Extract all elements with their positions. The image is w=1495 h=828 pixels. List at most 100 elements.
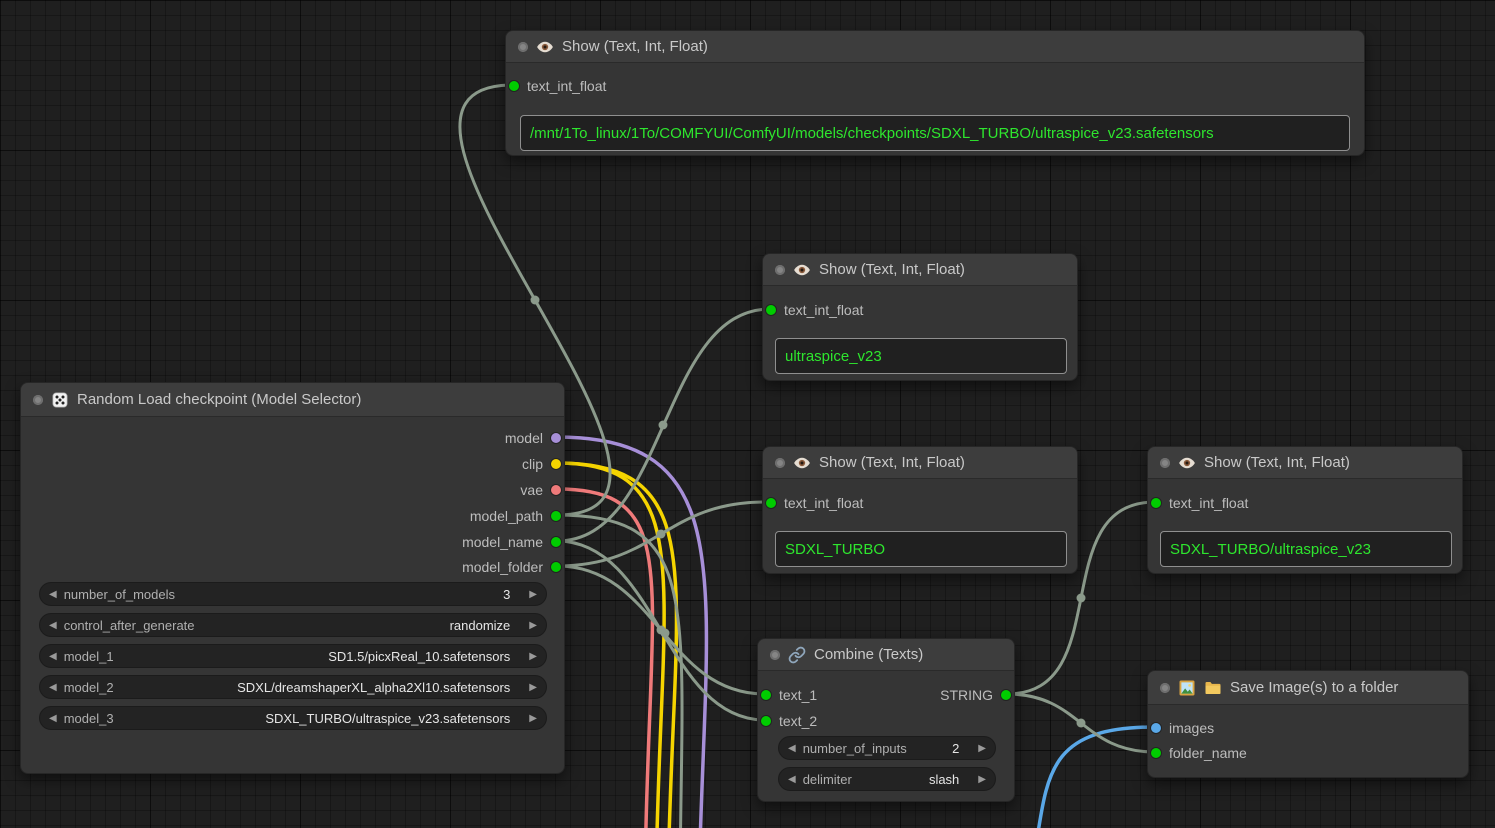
node-header[interactable]: Show (Text, Int, Float) — [1148, 447, 1462, 479]
node-header[interactable]: Random Load checkpoint (Model Selector) — [21, 383, 564, 417]
increment-arrow-icon[interactable]: ▶ — [978, 774, 986, 785]
output-port-clip[interactable]: clip — [522, 454, 561, 474]
input-port-text-2[interactable]: text_2 — [761, 711, 817, 731]
increment-arrow-icon[interactable]: ▶ — [529, 713, 537, 724]
port-label: STRING — [940, 687, 993, 703]
decrement-arrow-icon[interactable]: ◀ — [49, 713, 57, 724]
picture-icon — [1178, 679, 1196, 697]
decrement-arrow-icon[interactable]: ◀ — [49, 589, 57, 600]
link-midpoint-dot — [531, 296, 540, 305]
node-header[interactable]: Show (Text, Int, Float) — [763, 447, 1077, 479]
port-dot[interactable] — [1001, 690, 1011, 700]
increment-arrow-icon[interactable]: ▶ — [529, 682, 537, 693]
widget-number-of-inputs[interactable]: ◀ number_of_inputs 2 ▶ — [778, 736, 996, 760]
node-title: Show (Text, Int, Float) — [819, 454, 965, 471]
port-label: text_int_float — [527, 78, 606, 94]
text-display[interactable]: SDXL_TURBO/ultraspice_v23 — [1160, 531, 1452, 567]
port-dot[interactable] — [509, 81, 519, 91]
port-dot[interactable] — [551, 459, 561, 469]
output-port-model-name[interactable]: model_name — [462, 532, 561, 552]
port-dot[interactable] — [1151, 498, 1161, 508]
node-show-name[interactable]: Show (Text, Int, Float) text_int_float u… — [762, 253, 1078, 381]
port-label: text_int_float — [1169, 495, 1248, 511]
widget-value: SDXL_TURBO/ultraspice_v23.safetensors — [265, 711, 510, 726]
wire-images[interactable] — [1032, 727, 1155, 828]
decrement-arrow-icon[interactable]: ◀ — [49, 651, 57, 662]
output-port-model[interactable]: model — [505, 428, 561, 448]
text-display-value: SDXL_TURBO/ultraspice_v23 — [1170, 541, 1371, 558]
wire-model[interactable] — [557, 437, 706, 828]
node-show-folder[interactable]: Show (Text, Int, Float) text_int_float S… — [762, 446, 1078, 574]
node-title: Combine (Texts) — [814, 646, 923, 663]
text-display[interactable]: /mnt/1To_linux/1To/COMFYUI/ComfyUI/model… — [520, 115, 1350, 151]
increment-arrow-icon[interactable]: ▶ — [529, 620, 537, 631]
node-random-load-checkpoint[interactable]: Random Load checkpoint (Model Selector) … — [20, 382, 565, 774]
port-label: text_2 — [779, 713, 817, 729]
link-midpoint-dot — [661, 629, 670, 638]
port-dot[interactable] — [551, 485, 561, 495]
node-combine-texts[interactable]: Combine (Texts) text_1 STRING text_2 ◀ n… — [757, 638, 1015, 802]
node-show-combined[interactable]: Show (Text, Int, Float) text_int_float S… — [1147, 446, 1463, 574]
port-dot[interactable] — [551, 562, 561, 572]
input-port-text-int-float[interactable]: text_int_float — [766, 493, 863, 513]
output-port-model-path[interactable]: model_path — [470, 506, 561, 526]
port-dot[interactable] — [766, 305, 776, 315]
port-dot[interactable] — [761, 690, 771, 700]
node-show-path[interactable]: Show (Text, Int, Float) text_int_float /… — [505, 30, 1365, 156]
decrement-arrow-icon[interactable]: ◀ — [788, 743, 796, 754]
port-dot[interactable] — [551, 433, 561, 443]
collapse-dot[interactable] — [33, 395, 43, 405]
decrement-arrow-icon[interactable]: ◀ — [788, 774, 796, 785]
input-port-folder-name[interactable]: folder_name — [1151, 743, 1247, 763]
widget-number-of-models[interactable]: ◀ number_of_models 3 ▶ — [39, 582, 547, 606]
input-port-text-1[interactable]: text_1 — [761, 685, 817, 705]
port-dot[interactable] — [761, 716, 771, 726]
node-header[interactable]: Show (Text, Int, Float) — [763, 254, 1077, 286]
collapse-dot[interactable] — [775, 265, 785, 275]
increment-arrow-icon[interactable]: ▶ — [529, 651, 537, 662]
node-header[interactable]: Combine (Texts) — [758, 639, 1014, 671]
collapse-dot[interactable] — [1160, 458, 1170, 468]
widget-label: number_of_models — [64, 587, 175, 602]
widget-model-1[interactable]: ◀ model_1 SD1.5/picxReal_10.safetensors … — [39, 644, 547, 668]
port-dot[interactable] — [1151, 748, 1161, 758]
widget-model-2[interactable]: ◀ model_2 SDXL/dreamshaperXL_alpha2Xl10.… — [39, 675, 547, 699]
collapse-dot[interactable] — [1160, 683, 1170, 693]
widget-model-3[interactable]: ◀ model_3 SDXL_TURBO/ultraspice_v23.safe… — [39, 706, 547, 730]
collapse-dot[interactable] — [518, 42, 528, 52]
node-title: Show (Text, Int, Float) — [1204, 454, 1350, 471]
link-midpoint-dot — [1077, 594, 1086, 603]
node-header[interactable]: Save Image(s) to a folder — [1148, 671, 1468, 705]
decrement-arrow-icon[interactable]: ◀ — [49, 620, 57, 631]
node-graph-canvas[interactable]: Show (Text, Int, Float) text_int_float /… — [0, 0, 1495, 828]
text-display[interactable]: SDXL_TURBO — [775, 531, 1067, 567]
collapse-dot[interactable] — [770, 650, 780, 660]
input-port-text-int-float[interactable]: text_int_float — [1151, 493, 1248, 513]
port-label: clip — [522, 456, 543, 472]
widget-control-after-generate[interactable]: ◀ control_after_generate randomize ▶ — [39, 613, 547, 637]
node-save-image-to-folder[interactable]: Save Image(s) to a folder images folder_… — [1147, 670, 1469, 778]
node-header[interactable]: Show (Text, Int, Float) — [506, 31, 1364, 63]
text-display[interactable]: ultraspice_v23 — [775, 338, 1067, 374]
output-port-string[interactable]: STRING — [940, 685, 1011, 705]
port-dot[interactable] — [551, 511, 561, 521]
port-dot[interactable] — [1151, 723, 1161, 733]
widget-label: delimiter — [803, 772, 852, 787]
port-label: text_1 — [779, 687, 817, 703]
widget-label: number_of_inputs — [803, 741, 907, 756]
output-port-vae[interactable]: vae — [520, 480, 561, 500]
input-port-text-int-float[interactable]: text_int_float — [766, 300, 863, 320]
output-port-model-folder[interactable]: model_folder — [462, 557, 561, 577]
port-label: model_name — [462, 534, 543, 550]
port-dot[interactable] — [551, 537, 561, 547]
input-port-images[interactable]: images — [1151, 718, 1214, 738]
input-port-text-int-float[interactable]: text_int_float — [509, 76, 606, 96]
port-dot[interactable] — [766, 498, 776, 508]
increment-arrow-icon[interactable]: ▶ — [978, 743, 986, 754]
widget-value: 3 — [503, 587, 510, 602]
widget-delimiter[interactable]: ◀ delimiter slash ▶ — [778, 767, 996, 791]
increment-arrow-icon[interactable]: ▶ — [529, 589, 537, 600]
collapse-dot[interactable] — [775, 458, 785, 468]
eye-icon — [793, 261, 811, 279]
decrement-arrow-icon[interactable]: ◀ — [49, 682, 57, 693]
